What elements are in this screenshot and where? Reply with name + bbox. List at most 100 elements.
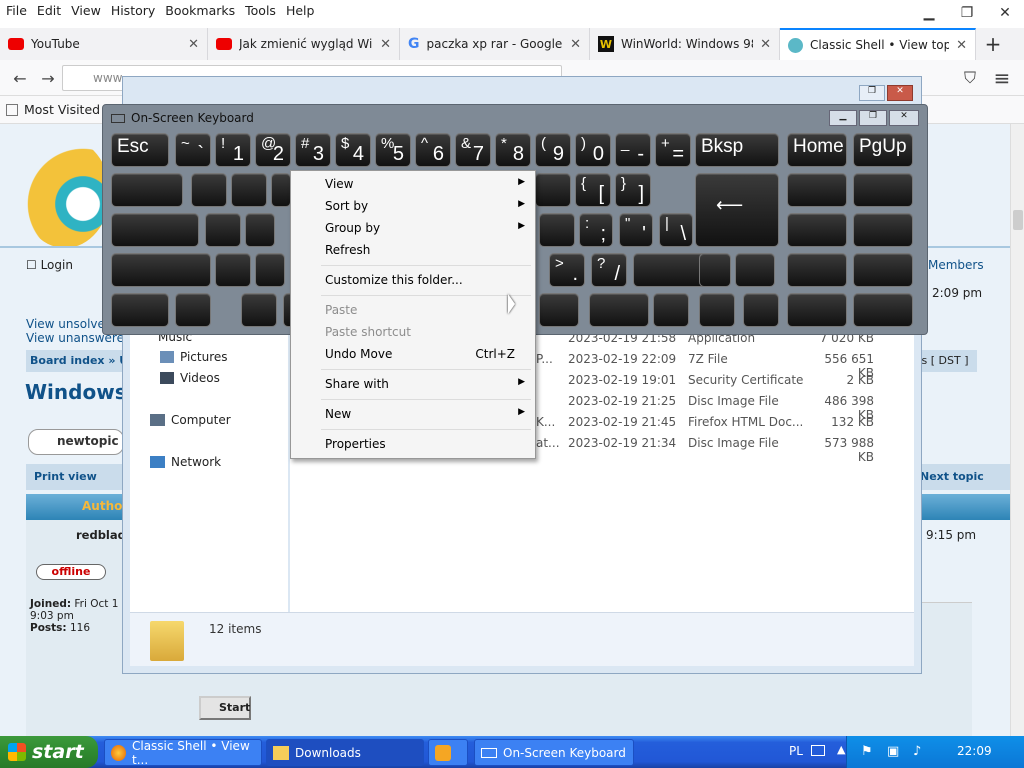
key-windows[interactable]: [175, 293, 211, 327]
menu-edit[interactable]: Edit: [31, 3, 65, 18]
members-link[interactable]: Members: [928, 258, 984, 272]
keyboard-tray-icon[interactable]: [811, 745, 825, 756]
key-9[interactable]: * 8: [495, 133, 531, 167]
key-2[interactable]: ! 1: [215, 133, 251, 167]
close-icon[interactable]: ✕: [760, 37, 771, 52]
key-14[interactable]: Bksp: [695, 133, 779, 167]
key-r3-5[interactable]: [853, 213, 913, 247]
key-r3-0[interactable]: [111, 213, 199, 247]
tab-youtube[interactable]: YouTube ✕: [0, 28, 208, 60]
key-bracket-close[interactable]: }]: [615, 173, 651, 207]
next-topic-link[interactable]: Next topic: [920, 470, 984, 483]
key-10[interactable]: (9: [535, 133, 571, 167]
nav-pictures[interactable]: Pictures: [160, 350, 228, 364]
key-0[interactable]: Esc: [111, 133, 169, 167]
tab-google[interactable]: G paczka xp rar - Google ... ✕: [400, 28, 590, 60]
menu-help[interactable]: Help: [280, 3, 319, 18]
key-r4-0[interactable]: [111, 253, 211, 287]
key-bracket-open[interactable]: {[: [575, 173, 611, 207]
key-arrow-down[interactable]: [699, 293, 735, 327]
key-15[interactable]: Home: [787, 133, 847, 167]
hamburger-menu-icon[interactable]: ≡: [990, 66, 1014, 90]
menu-tools[interactable]: Tools: [239, 3, 280, 18]
key-12[interactable]: _ -: [615, 133, 651, 167]
minimize-button[interactable]: ▁: [910, 0, 948, 26]
key-r2-5[interactable]: [787, 173, 847, 207]
key-r2-4[interactable]: [535, 173, 571, 207]
key-16[interactable]: PgUp: [853, 133, 913, 167]
explorer-close-button[interactable]: ✕: [887, 85, 913, 101]
key-r2-2[interactable]: [231, 173, 267, 207]
key-3[interactable]: @2: [255, 133, 291, 167]
nav-videos[interactable]: Videos: [160, 371, 220, 385]
restore-button[interactable]: ❐: [948, 0, 986, 26]
tab-jak-zmienic[interactable]: Jak zmienić wygląd Wi... ✕: [208, 28, 400, 60]
key-arrow-up[interactable]: [699, 253, 731, 287]
close-icon[interactable]: ✕: [380, 37, 391, 52]
explorer-maximize-button[interactable]: ❐: [859, 85, 885, 101]
key-r4-5[interactable]: [787, 253, 847, 287]
menu-group-by[interactable]: Group by ▶: [325, 221, 525, 235]
most-visited-link[interactable]: Most Visited: [24, 102, 100, 117]
menu-bookmarks[interactable]: Bookmarks: [159, 3, 239, 18]
menu-customize-folder[interactable]: Customize this folder...: [325, 273, 525, 287]
file-row[interactable]: 2023-02-19 19:01 Security Certificate 2 KB: [536, 373, 874, 387]
taskbar-media[interactable]: [428, 739, 468, 766]
key-punct4-1[interactable]: ? /: [591, 253, 627, 287]
key-r2-0[interactable]: [111, 173, 183, 207]
key-r5-4[interactable]: [787, 293, 847, 327]
author-name[interactable]: redblad: [76, 528, 126, 542]
key-arrow-right[interactable]: [743, 293, 779, 327]
menu-share-with[interactable]: Share with ▶: [325, 377, 525, 391]
key-r3-4[interactable]: [787, 213, 847, 247]
osk-close-button[interactable]: ✕: [889, 110, 919, 126]
nav-computer[interactable]: Computer: [150, 413, 231, 427]
taskbar-downloads[interactable]: Downloads: [266, 739, 424, 766]
tab-winworld[interactable]: W WinWorld: Windows 98... ✕: [590, 28, 780, 60]
key-r2-6[interactable]: [853, 173, 913, 207]
taskbar-osk[interactable]: On-Screen Keyboard: [474, 739, 634, 766]
safely-remove-icon[interactable]: ⚑: [861, 744, 873, 759]
breadcrumb-text[interactable]: Board index » U: [30, 354, 128, 367]
key-punct-0[interactable]: :;: [579, 213, 613, 247]
clock[interactable]: 22:09: [957, 744, 992, 758]
key-r5-3[interactable]: [589, 293, 649, 327]
key-r5-1[interactable]: [241, 293, 277, 327]
key-r5-2[interactable]: [539, 293, 579, 327]
file-row[interactable]: K... 2023-02-19 21:45 Firefox HTML Doc... 1…: [536, 415, 874, 429]
start-button[interactable]: start: [0, 736, 98, 768]
view-unsolved-link[interactable]: View unsolve: [26, 317, 105, 331]
key-11[interactable]: ) 0: [575, 133, 611, 167]
nav-network[interactable]: Network: [150, 455, 221, 469]
key-7[interactable]: ^ 6: [415, 133, 451, 167]
close-icon[interactable]: ✕: [188, 37, 199, 52]
scrollbar-thumb[interactable]: [1013, 210, 1023, 230]
key-r4-2[interactable]: [255, 253, 285, 287]
start-image-button[interactable]: Start: [199, 696, 251, 720]
pocket-icon[interactable]: ⛉: [958, 66, 982, 90]
page-scrollbar[interactable]: [1010, 124, 1024, 736]
tray-expand-icon[interactable]: ▲: [837, 743, 845, 756]
menu-view[interactable]: View: [65, 3, 105, 18]
key-enter[interactable]: ⟵: [695, 173, 779, 247]
key-arrow-left[interactable]: [653, 293, 689, 327]
key-r4-1[interactable]: [215, 253, 251, 287]
key-r3-2[interactable]: [245, 213, 275, 247]
menu-history[interactable]: History: [105, 3, 159, 18]
menu-new[interactable]: New ▶: [325, 407, 525, 421]
menu-properties[interactable]: Properties: [325, 437, 525, 451]
file-row[interactable]: at... 2023-02-19 21:34 Disc Image File 573 …: [536, 436, 874, 464]
login-link[interactable]: ☐ Login: [26, 258, 73, 272]
key-punct-1[interactable]: " ': [619, 213, 653, 247]
key-r3-1[interactable]: [205, 213, 241, 247]
back-button[interactable]: ←: [8, 66, 32, 90]
key-13[interactable]: + =: [655, 133, 691, 167]
key-4[interactable]: #3: [295, 133, 331, 167]
new-topic-button[interactable]: newtopic: [28, 429, 124, 455]
key-punct4-0[interactable]: >.: [549, 253, 585, 287]
new-tab-button[interactable]: +: [976, 28, 1010, 60]
forward-button[interactable]: →: [36, 66, 60, 90]
menu-view[interactable]: View ▶: [325, 177, 525, 191]
menu-refresh[interactable]: Refresh: [325, 243, 525, 257]
key-5[interactable]: $4: [335, 133, 371, 167]
